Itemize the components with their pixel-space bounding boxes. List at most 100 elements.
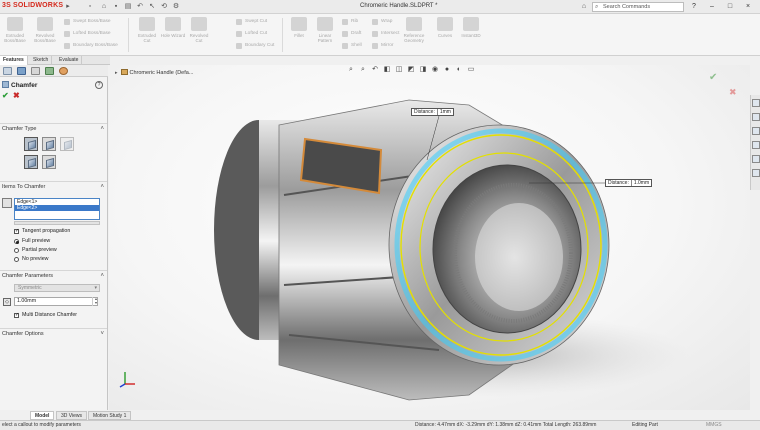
tab-3d-views[interactable]: 3D Views bbox=[56, 411, 88, 420]
options-gear-icon[interactable]: ⚙ bbox=[172, 3, 180, 11]
revolved-boss-button[interactable]: Revolved Boss/Base bbox=[32, 17, 58, 53]
custom-properties-icon[interactable] bbox=[752, 169, 760, 177]
help-icon[interactable]: ? bbox=[95, 81, 103, 89]
configuration-manager-icon[interactable] bbox=[31, 67, 40, 75]
rebuild-icon[interactable]: ⟲ bbox=[160, 3, 168, 11]
distance-callout-1[interactable]: Distance: 1mm bbox=[411, 108, 454, 116]
tangent-propagation-checkbox[interactable]: ✓ Tangent propagation bbox=[14, 228, 70, 235]
display-manager-icon[interactable] bbox=[59, 67, 68, 75]
reference-triad[interactable] bbox=[119, 370, 137, 388]
swept-boss-button[interactable]: Swept Boss/Base bbox=[64, 18, 111, 26]
distance-spinner[interactable]: ▲ ▼ bbox=[92, 297, 99, 306]
new-document-icon[interactable]: ▫ bbox=[86, 3, 94, 11]
search-icon: ⌕ bbox=[595, 4, 599, 10]
save-icon[interactable]: ▪ bbox=[112, 3, 120, 11]
angle-distance-button[interactable] bbox=[24, 137, 38, 151]
chamfer-type-header[interactable]: Chamfer Type ˄ bbox=[0, 123, 107, 133]
select-arrow-icon[interactable]: ↖ bbox=[148, 3, 156, 11]
distance-distance-button[interactable] bbox=[42, 137, 56, 151]
property-manager-panel: Chamfer ? ✔ ✖ Chamfer Type ˄ Items To Cha… bbox=[0, 65, 108, 410]
tab-model[interactable]: Model bbox=[30, 411, 55, 420]
edge-selection-list[interactable]: Edge<1> Edge<2> bbox=[14, 198, 100, 220]
feature-tree-icon[interactable] bbox=[3, 67, 12, 75]
ok-check-icon[interactable]: ✔ bbox=[2, 91, 9, 100]
list-scrollbar[interactable] bbox=[14, 221, 100, 225]
intersect-button[interactable]: Intersect bbox=[372, 30, 399, 38]
tab-motion-study[interactable]: Motion Study 1 bbox=[88, 411, 132, 420]
chamfer-options-header[interactable]: Chamfer Options ˅ bbox=[0, 328, 107, 338]
appearances-icon[interactable] bbox=[752, 155, 760, 163]
lofted-cut-button[interactable]: Lofted Cut bbox=[236, 30, 267, 38]
curves-icon bbox=[437, 17, 453, 31]
status-units[interactable]: MMGS bbox=[706, 421, 722, 430]
swept-cut-button[interactable]: Swept Cut bbox=[236, 18, 267, 26]
revolved-cut-button[interactable]: Revolved Cut bbox=[186, 17, 212, 53]
offset-face-button[interactable] bbox=[24, 155, 38, 169]
maximize-button[interactable]: □ bbox=[724, 2, 736, 12]
full-preview-radio[interactable]: Full preview bbox=[14, 238, 50, 245]
close-button[interactable]: × bbox=[742, 2, 754, 12]
no-preview-radio[interactable]: No preview bbox=[14, 256, 49, 263]
vertex-chamfer-icon bbox=[64, 139, 72, 151]
distance-callout-2[interactable]: Distance: 1.0mm bbox=[605, 179, 653, 187]
undo-icon[interactable]: ↶ bbox=[136, 3, 144, 11]
fillet-button[interactable]: Fillet bbox=[286, 17, 312, 53]
solidworks-logo[interactable]: 3S SOLIDWORKS bbox=[2, 2, 63, 9]
dimxpert-icon[interactable] bbox=[45, 67, 54, 75]
part-3d-model[interactable] bbox=[109, 65, 750, 410]
lofted-boss-button[interactable]: Lofted Boss/Base bbox=[64, 30, 111, 38]
extrude-boss-icon bbox=[7, 17, 23, 31]
distance-input[interactable]: 1.00mm bbox=[14, 297, 98, 306]
extruded-boss-button[interactable]: Extruded Boss/Base bbox=[2, 17, 28, 53]
curves-button[interactable]: Curves bbox=[432, 17, 458, 53]
reference-geometry-icon bbox=[406, 17, 422, 31]
cancel-x-icon[interactable]: ✖ bbox=[13, 91, 20, 100]
mirror-button[interactable]: Mirror bbox=[372, 42, 394, 50]
vertex-chamfer-button[interactable] bbox=[60, 137, 74, 151]
items-to-chamfer-header[interactable]: Items To Chamfer ˄ bbox=[0, 181, 107, 191]
solidworks-resources-icon[interactable] bbox=[752, 99, 760, 107]
distance-distance-icon bbox=[46, 139, 54, 151]
search-commands-input[interactable]: ⌕ Search Commands bbox=[592, 2, 684, 12]
graphics-viewport[interactable]: ▸ Chromeric Handle (Defa... ⌕ ⌕ ↶ ◧ ◫ ◩ ◨… bbox=[109, 65, 750, 410]
tab-sketch[interactable]: Sketch bbox=[30, 56, 53, 65]
collapse-caret-icon: ˄ bbox=[100, 273, 104, 279]
file-explorer-icon[interactable] bbox=[752, 127, 760, 135]
tab-evaluate[interactable]: Evaluate bbox=[56, 56, 83, 65]
list-item[interactable]: Edge<2> bbox=[15, 205, 99, 211]
tab-features[interactable]: Features bbox=[0, 56, 28, 65]
hole-wizard-button[interactable]: Hole Wizard bbox=[160, 17, 186, 53]
radio-empty-icon bbox=[14, 257, 19, 262]
wrap-button[interactable]: Wrap bbox=[372, 18, 392, 26]
expand-arrow-icon[interactable]: ▸ bbox=[64, 3, 72, 11]
reference-geometry-button[interactable]: Reference Geometry bbox=[398, 17, 430, 53]
home-icon[interactable]: ⌂ bbox=[580, 3, 588, 11]
face-face-button[interactable] bbox=[42, 155, 56, 169]
boundary-boss-button[interactable]: Boundary Boss/Base bbox=[64, 42, 118, 50]
help-button[interactable]: ? bbox=[688, 2, 700, 12]
ribbon-separator bbox=[282, 18, 283, 52]
minimize-button[interactable]: – bbox=[706, 2, 718, 12]
command-manager-ribbon: Extruded Boss/Base Revolved Boss/Base Sw… bbox=[0, 14, 760, 56]
distance-icon: ◇ bbox=[3, 298, 11, 306]
extrude-cut-icon bbox=[139, 17, 155, 31]
instant3d-button[interactable]: Instant3D bbox=[458, 17, 484, 53]
multi-distance-checkbox[interactable]: ✓ Multi Distance Chamfer bbox=[14, 312, 77, 319]
partial-preview-radio[interactable]: Partial preview bbox=[14, 247, 57, 254]
rib-button[interactable]: Rib bbox=[342, 18, 358, 26]
open-folder-icon[interactable]: ⌂ bbox=[100, 3, 108, 11]
print-icon[interactable]: ▤ bbox=[124, 3, 132, 11]
instant3d-icon bbox=[463, 17, 479, 31]
chamfer-parameters-header[interactable]: Chamfer Parameters ˄ bbox=[0, 270, 107, 280]
linear-pattern-button[interactable]: Linear Pattern bbox=[312, 17, 338, 53]
design-library-icon[interactable] bbox=[752, 113, 760, 121]
offset-face-icon bbox=[28, 157, 36, 169]
property-manager-icon[interactable] bbox=[17, 67, 26, 75]
boundary-cut-button[interactable]: Boundary Cut bbox=[236, 42, 274, 50]
view-palette-icon[interactable] bbox=[752, 141, 760, 149]
checkbox-checked-icon: ✓ bbox=[14, 312, 20, 318]
extruded-cut-button[interactable]: Extruded Cut bbox=[134, 17, 160, 53]
draft-button[interactable]: Draft bbox=[342, 30, 361, 38]
shell-button[interactable]: Shell bbox=[342, 42, 362, 50]
parameter-mode-select[interactable]: Symmetric ▾ bbox=[14, 284, 100, 292]
